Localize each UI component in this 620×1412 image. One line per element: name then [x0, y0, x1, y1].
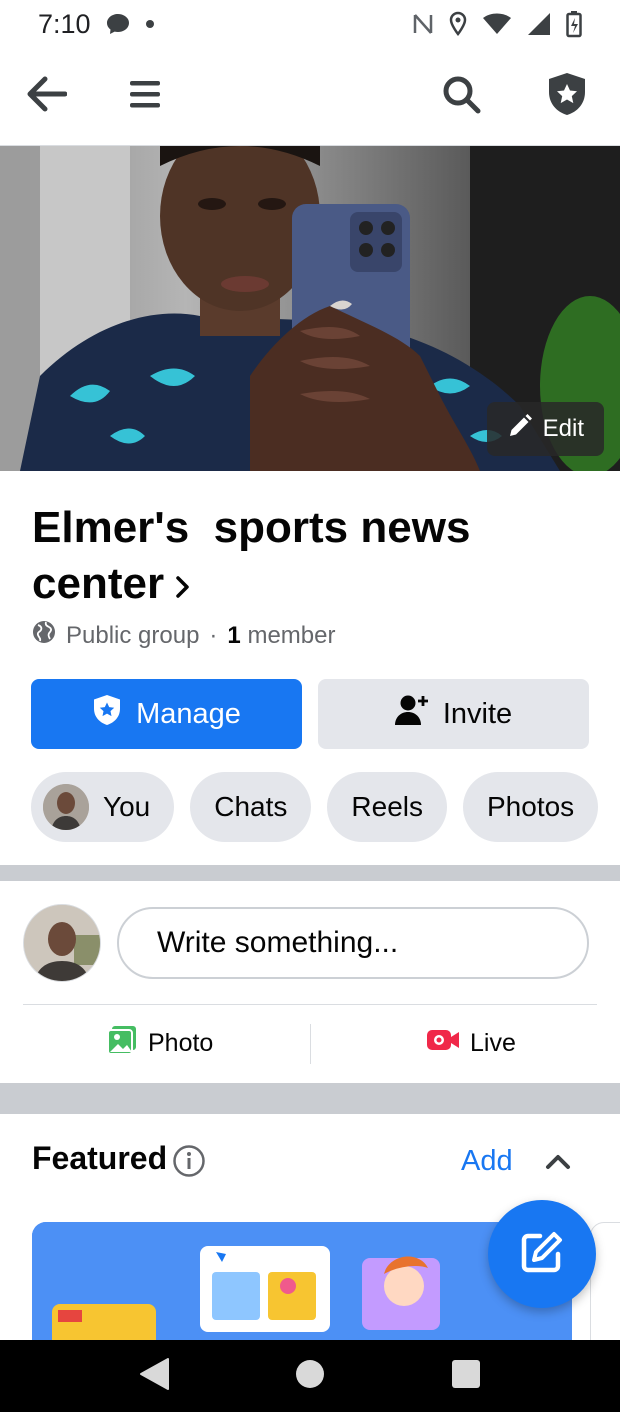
status-bar: 7:10	[0, 0, 620, 48]
avatar[interactable]	[23, 904, 101, 982]
group-meta: Public group · 1 member	[32, 620, 335, 651]
circle-home-icon	[295, 1359, 325, 1394]
edit-cover-button[interactable]: Edit	[486, 402, 604, 456]
group-tabs: You Chats Reels Photos	[31, 772, 599, 842]
shield-star-icon	[92, 694, 122, 734]
divider	[310, 1024, 311, 1064]
photo-button[interactable]: Photo	[106, 1020, 213, 1066]
group-title[interactable]: Elmer's sports news center	[32, 500, 592, 614]
tab-photos-label: Photos	[487, 791, 575, 822]
composer-placeholder: Write something...	[157, 926, 399, 959]
android-nav-bar	[0, 1340, 620, 1412]
privacy-label: Public group	[66, 621, 200, 649]
search-button[interactable]	[435, 70, 487, 122]
member-count-link[interactable]: 1 member	[227, 622, 335, 650]
shield-star-icon	[545, 71, 589, 122]
invite-button[interactable]: Invite	[318, 679, 589, 749]
search-icon	[441, 74, 481, 119]
invite-label: Invite	[442, 697, 513, 730]
tab-reels[interactable]: Reels	[327, 772, 447, 842]
chevron-right-icon	[174, 558, 192, 614]
chat-bubble-icon	[105, 12, 131, 36]
featured-add-link[interactable]: Add	[461, 1145, 513, 1178]
section-divider	[0, 1083, 620, 1114]
tab-you[interactable]: You	[31, 772, 175, 842]
photo-icon	[106, 1024, 138, 1063]
add-person-icon	[394, 694, 429, 734]
arrow-left-icon	[25, 76, 68, 117]
location-icon	[448, 11, 468, 37]
status-time: 7:10	[38, 8, 91, 39]
group-name: Elmer's sports news center	[32, 503, 483, 608]
cover-photo: Edit	[0, 146, 620, 471]
battery-charging-icon	[566, 10, 582, 38]
section-divider	[0, 865, 620, 881]
nfc-icon	[412, 12, 434, 36]
compose-post-button[interactable]	[488, 1200, 596, 1308]
manage-label: Manage	[136, 697, 241, 730]
triangle-back-icon	[138, 1357, 170, 1396]
member-label: member	[247, 621, 336, 649]
square-recents-icon	[451, 1359, 481, 1394]
wifi-icon	[482, 12, 512, 36]
meta-separator: ·	[209, 621, 218, 649]
globe-icon	[32, 620, 56, 651]
tab-chats[interactable]: Chats	[190, 772, 312, 842]
back-button[interactable]	[20, 70, 72, 122]
live-label: Live	[470, 1028, 516, 1057]
tab-photos[interactable]: Photos	[463, 772, 599, 842]
back-nav-button[interactable]	[134, 1356, 174, 1396]
live-video-icon	[426, 1027, 460, 1060]
dot-icon	[145, 19, 155, 29]
divider	[23, 1004, 597, 1005]
compose-icon	[518, 1228, 566, 1281]
recents-nav-button[interactable]	[446, 1356, 486, 1396]
featured-title: Featured	[32, 1140, 168, 1176]
member-count: 1	[227, 621, 241, 649]
edit-label: Edit	[542, 415, 584, 442]
admin-tools-button[interactable]	[541, 70, 593, 122]
tab-reels-label: Reels	[351, 791, 423, 822]
menu-button[interactable]	[119, 70, 171, 122]
pencil-icon	[507, 413, 533, 446]
hamburger-icon	[129, 78, 161, 115]
write-something-input[interactable]: Write something...	[117, 907, 589, 979]
home-nav-button[interactable]	[290, 1356, 330, 1396]
photo-label: Photo	[148, 1028, 214, 1057]
tab-chats-label: Chats	[214, 791, 288, 822]
avatar	[43, 784, 89, 830]
manage-button[interactable]: Manage	[31, 679, 302, 749]
info-icon[interactable]	[172, 1144, 206, 1183]
chevron-up-icon[interactable]	[544, 1152, 572, 1175]
live-button[interactable]: Live	[426, 1020, 516, 1066]
tab-you-label: You	[103, 791, 151, 822]
top-nav	[0, 48, 620, 146]
signal-icon	[526, 11, 552, 37]
